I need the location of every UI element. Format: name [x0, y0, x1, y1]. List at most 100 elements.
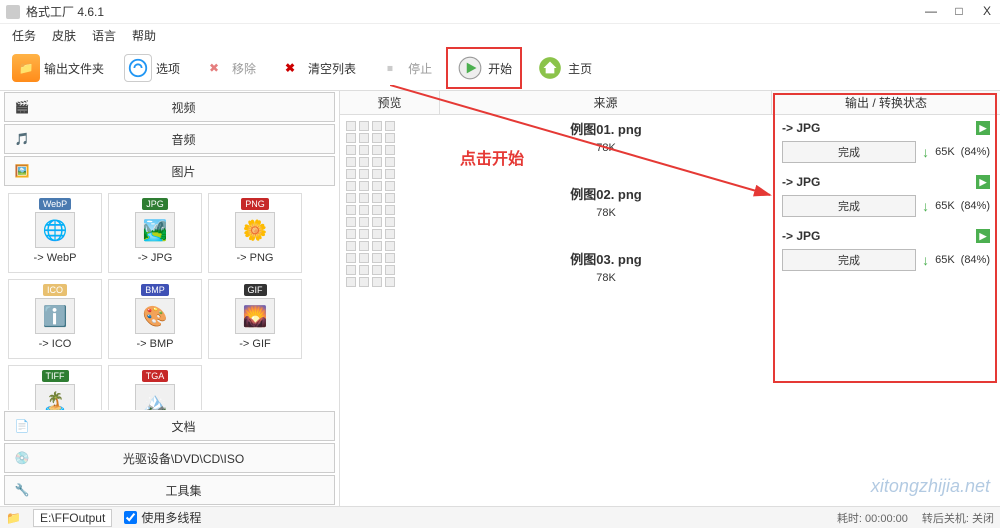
options-label: 选项 — [156, 60, 180, 77]
output-folder-button[interactable]: 📁 输出文件夹 — [6, 51, 110, 85]
play-icon[interactable]: ▶ — [976, 121, 990, 135]
remove-button[interactable]: ✖ 移除 — [194, 51, 262, 85]
remove-label: 移除 — [232, 60, 256, 77]
source-item[interactable]: 例图02. png 78K — [440, 184, 772, 219]
category-video[interactable]: 🎬 视频 — [4, 92, 335, 122]
output-item: -> JPG▶ 完成 ↓ 65K (84%) — [782, 229, 990, 271]
format-thumb: 🏞️ — [135, 212, 175, 248]
header-output: 输出 / 转换状态 — [772, 91, 1000, 114]
multithread-input[interactable] — [124, 511, 137, 524]
output-ratio: (84%) — [961, 146, 990, 158]
format-thumb: 🏔️ — [135, 384, 175, 410]
elapsed-time: 耗时: 00:00:00 — [837, 510, 908, 526]
clear-list-button[interactable]: ✖ 清空列表 — [270, 51, 362, 85]
status-button[interactable]: 完成 — [782, 195, 916, 217]
output-target: -> JPG▶ — [782, 121, 990, 135]
menu-task[interactable]: 任务 — [6, 25, 42, 46]
optical-icon: 💿 — [13, 449, 31, 467]
format-name: -> BMP — [137, 338, 174, 350]
category-audio-label: 音频 — [41, 131, 326, 148]
output-item: -> JPG▶ 完成 ↓ 65K (84%) — [782, 121, 990, 163]
multithread-label: 使用多线程 — [141, 509, 201, 526]
stop-button[interactable]: ⏹ 停止 — [370, 51, 438, 85]
start-button[interactable]: 开始 — [450, 51, 518, 85]
output-size: 65K — [935, 146, 955, 158]
category-toolset[interactable]: 🔧 工具集 — [4, 475, 335, 505]
format-name: -> GIF — [239, 338, 270, 350]
source-item[interactable]: 例图01. png 78K — [440, 119, 772, 154]
format-thumb: 🌐 — [35, 212, 75, 248]
category-picture-label: 图片 — [41, 163, 326, 180]
app-icon — [6, 5, 20, 19]
arrow-down-icon: ↓ — [922, 144, 929, 160]
source-filename: 例图03. png — [440, 249, 772, 268]
status-button[interactable]: 完成 — [782, 141, 916, 163]
menu-skin[interactable]: 皮肤 — [46, 25, 82, 46]
remove-icon: ✖ — [200, 54, 228, 82]
formats-grid: WebP 🌐 -> WebPJPG 🏞️ -> JPGPNG 🌼 -> PNG I… — [0, 187, 339, 410]
clear-icon: ✖ — [276, 54, 304, 82]
format-cell[interactable]: WebP 🌐 -> WebP — [8, 193, 102, 273]
options-button[interactable]: 选项 — [118, 51, 186, 85]
home-button[interactable]: 主页 — [530, 51, 598, 85]
output-ratio: (84%) — [961, 200, 990, 212]
format-badge: TGA — [142, 370, 169, 382]
format-cell[interactable]: PNG 🌼 -> PNG — [208, 193, 302, 273]
category-optical[interactable]: 💿 光驱设备\DVD\CD\ISO — [4, 443, 335, 473]
format-badge: PNG — [241, 198, 269, 210]
folder-icon: 📁 — [12, 54, 40, 82]
maximize-button[interactable]: □ — [952, 5, 966, 19]
header-preview: 预览 — [340, 91, 440, 114]
format-cell[interactable]: BMP 🎨 -> BMP — [108, 279, 202, 359]
output-item: -> JPG▶ 完成 ↓ 65K (84%) — [782, 175, 990, 217]
format-cell[interactable]: TIFF 🏝️ -> TIF — [8, 365, 102, 410]
content-area: 预览 来源 输出 / 转换状态 例图01. png 78K 例图02. png 7… — [340, 91, 1000, 506]
source-filename: 例图02. png — [440, 184, 772, 203]
output-size: 65K — [935, 254, 955, 266]
toolset-icon: 🔧 — [13, 481, 31, 499]
multithread-checkbox[interactable]: 使用多线程 — [124, 509, 201, 526]
output-target: -> JPG▶ — [782, 229, 990, 243]
format-thumb: ℹ️ — [35, 298, 75, 334]
arrow-down-icon: ↓ — [922, 198, 929, 214]
menubar: 任务 皮肤 语言 帮助 — [0, 24, 1000, 46]
format-cell[interactable]: TGA 🏔️ -> TGA — [108, 365, 202, 410]
picture-icon: 🖼️ — [13, 162, 31, 180]
output-path[interactable]: E:\FFOutput — [33, 509, 112, 527]
video-icon: 🎬 — [13, 98, 31, 116]
menu-language[interactable]: 语言 — [86, 25, 122, 46]
format-cell[interactable]: ICO ℹ️ -> ICO — [8, 279, 102, 359]
preview-column — [340, 115, 440, 506]
format-cell[interactable]: JPG 🏞️ -> JPG — [108, 193, 202, 273]
audio-icon: 🎵 — [13, 130, 31, 148]
content-header: 预览 来源 输出 / 转换状态 — [340, 91, 1000, 115]
format-name: -> ICO — [39, 338, 72, 350]
play-icon[interactable]: ▶ — [976, 229, 990, 243]
category-picture[interactable]: 🖼️ 图片 — [4, 156, 335, 186]
category-audio[interactable]: 🎵 音频 — [4, 124, 335, 154]
output-ratio: (84%) — [961, 254, 990, 266]
arrow-down-icon: ↓ — [922, 252, 929, 268]
format-name: -> PNG — [237, 252, 274, 264]
play-icon[interactable]: ▶ — [976, 175, 990, 189]
category-toolset-label: 工具集 — [41, 482, 326, 499]
format-thumb: 🌄 — [235, 298, 275, 334]
menu-help[interactable]: 帮助 — [126, 25, 162, 46]
category-optical-label: 光驱设备\DVD\CD\ISO — [41, 450, 326, 467]
category-document[interactable]: 📄 文档 — [4, 411, 335, 441]
home-label: 主页 — [568, 60, 592, 77]
output-folder-label: 输出文件夹 — [44, 60, 104, 77]
output-target: -> JPG▶ — [782, 175, 990, 189]
format-thumb: 🎨 — [135, 298, 175, 334]
format-cell[interactable]: GIF 🌄 -> GIF — [208, 279, 302, 359]
format-badge: WebP — [39, 198, 71, 210]
status-button[interactable]: 完成 — [782, 249, 916, 271]
source-item[interactable]: 例图03. png 78K — [440, 249, 772, 284]
close-button[interactable]: X — [980, 5, 994, 19]
format-badge: GIF — [244, 284, 267, 296]
source-column: 例图01. png 78K 例图02. png 78K 例图03. png 78K — [440, 115, 772, 506]
source-size: 78K — [440, 142, 772, 154]
home-icon — [536, 54, 564, 82]
header-source: 来源 — [440, 91, 772, 114]
minimize-button[interactable]: — — [924, 5, 938, 19]
